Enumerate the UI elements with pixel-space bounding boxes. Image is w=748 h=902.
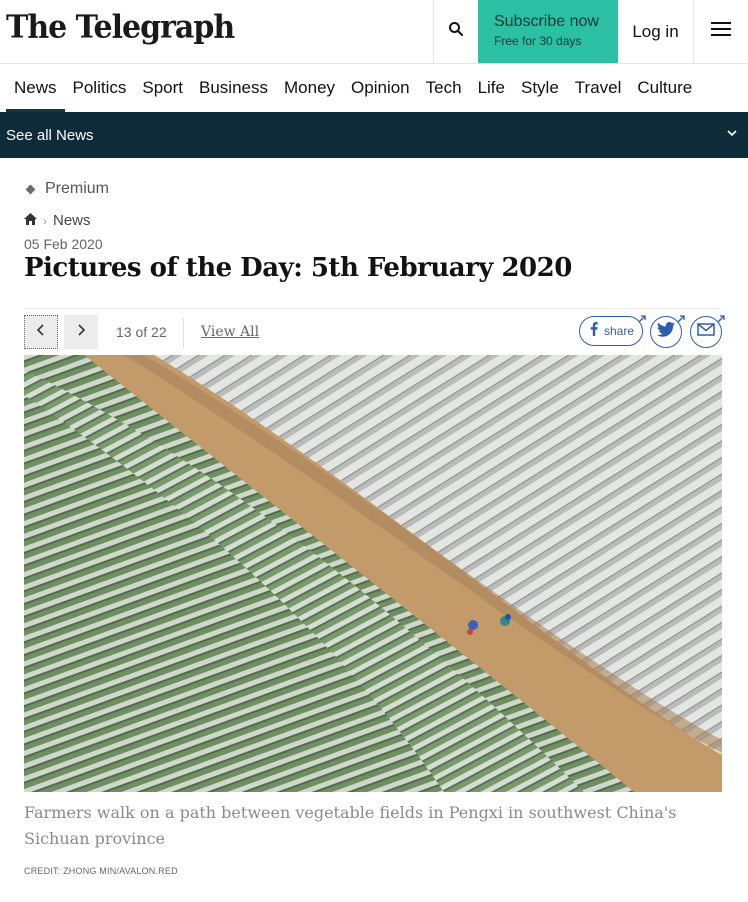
email-share-button[interactable] — [690, 315, 725, 348]
divider — [24, 308, 722, 309]
divider — [183, 318, 184, 348]
image-credit: CREDIT: ZHONG MIN/AVALON.RED — [24, 866, 178, 876]
external-link-icon — [676, 311, 686, 329]
nav-item-politics[interactable]: Politics — [65, 64, 135, 112]
breadcrumb-separator-icon: › — [43, 213, 47, 228]
hamburger-menu-icon — [711, 21, 731, 42]
nav-item-business[interactable]: Business — [191, 64, 276, 112]
nav-item-opinion[interactable]: Opinion — [343, 64, 418, 112]
external-link-icon — [716, 311, 726, 329]
article-date: 05 Feb 2020 — [24, 236, 103, 252]
gallery-counter: 13 of 22 — [116, 324, 167, 340]
facebook-share-button[interactable]: share — [579, 315, 646, 346]
site-logo[interactable]: The Telegraph — [6, 9, 235, 46]
premium-diamond-icon — [25, 184, 36, 194]
external-link-icon — [637, 311, 647, 329]
facebook-share-label: share — [604, 324, 635, 338]
see-all-news-bar[interactable]: See all News — [0, 112, 748, 158]
nav-item-money[interactable]: Money — [276, 64, 343, 112]
subscribe-button[interactable]: Subscribe now Free for 30 days — [478, 0, 618, 63]
nav-item-culture[interactable]: Culture — [629, 64, 700, 112]
subscribe-label: Subscribe now — [494, 13, 599, 30]
home-icon[interactable] — [24, 212, 37, 229]
login-button[interactable]: Log in — [618, 0, 694, 63]
nav-item-life[interactable]: Life — [470, 64, 513, 112]
facebook-icon — [590, 321, 598, 341]
see-all-news-label: See all News — [6, 126, 94, 144]
chevron-down-icon — [726, 126, 738, 143]
next-image-button[interactable] — [64, 315, 98, 349]
nav-item-style[interactable]: Style — [513, 64, 567, 112]
twitter-share-button[interactable] — [650, 315, 685, 348]
premium-badge: Premium — [24, 180, 109, 198]
previous-image-button[interactable] — [24, 315, 58, 349]
nav-item-tech[interactable]: Tech — [418, 64, 470, 112]
nav-item-travel[interactable]: Travel — [567, 64, 630, 112]
gallery-image[interactable] — [24, 355, 722, 792]
subscribe-offer: Free for 30 days — [494, 34, 582, 48]
primary-nav: News Politics Sport Business Money Opini… — [0, 64, 748, 112]
nav-item-news[interactable]: News — [6, 64, 65, 112]
nav-item-sport[interactable]: Sport — [134, 64, 191, 112]
chevron-left-icon — [36, 323, 46, 342]
menu-button[interactable] — [694, 0, 748, 63]
envelope-icon — [697, 323, 715, 341]
premium-label: Premium — [45, 180, 110, 197]
twitter-icon — [657, 322, 675, 342]
view-all-link[interactable]: View All — [201, 324, 259, 340]
breadcrumb-news-link[interactable]: News — [53, 212, 91, 229]
breadcrumb: › News — [24, 212, 91, 229]
search-button[interactable] — [433, 0, 478, 63]
page-title: Pictures of the Day: 5th February 2020 — [24, 253, 572, 283]
chevron-right-icon — [76, 323, 86, 342]
search-icon — [448, 21, 464, 42]
image-caption: Farmers walk on a path between vegetable… — [24, 803, 677, 848]
site-header: The Telegraph Subscribe now Free for 30 … — [0, 0, 748, 64]
